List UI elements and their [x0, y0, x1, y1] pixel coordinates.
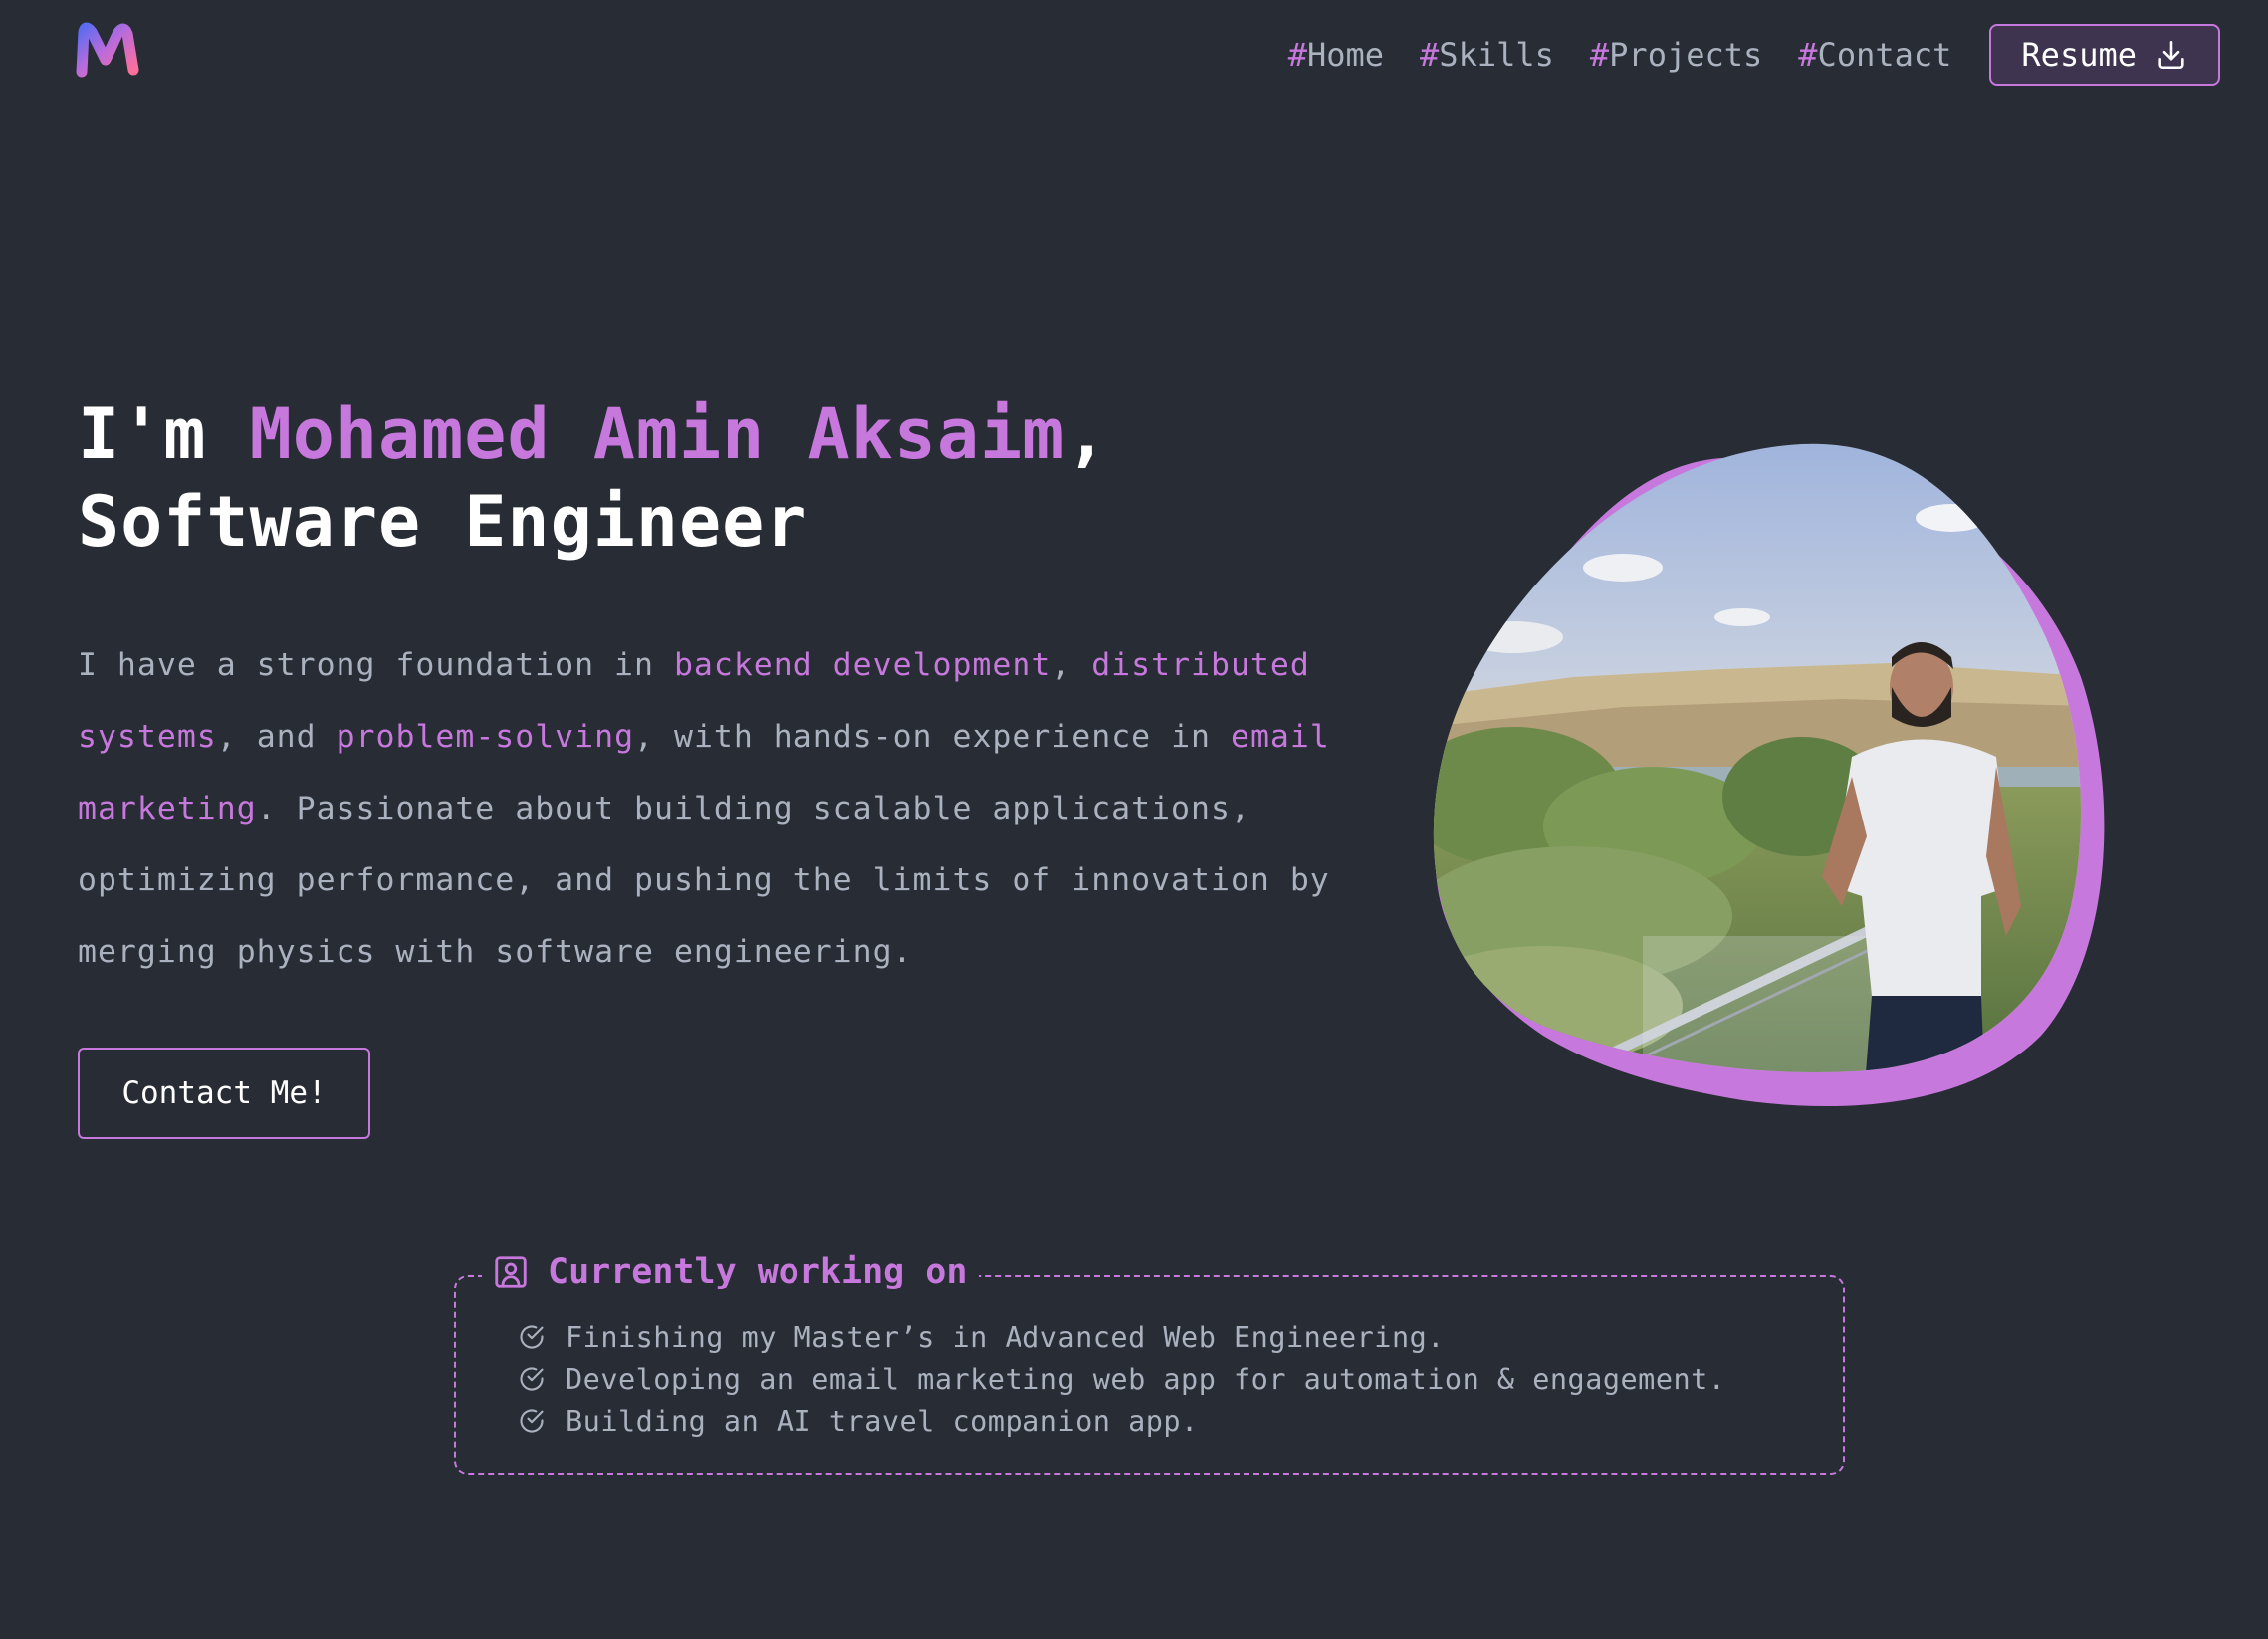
nav-link-projects[interactable]: #Projects	[1590, 36, 1762, 74]
currently-working-on-header: Currently working on	[482, 1248, 980, 1295]
hero-name: Mohamed Amin Aksaim	[249, 393, 1066, 475]
hero-description: I have a strong foundation in backend de…	[78, 647, 1330, 970]
download-icon	[2158, 40, 2184, 70]
list-item: Finishing my Master’s in Advanced Web En…	[518, 1316, 1725, 1358]
profile-photo	[1424, 438, 2121, 1125]
list-item: Building an AI travel companion app.	[518, 1400, 1725, 1442]
main-nav: #Home #Skills #Projects #Contact Resume	[1288, 22, 2220, 88]
check-circle-icon	[520, 1367, 544, 1391]
nav-link-home[interactable]: #Home	[1288, 36, 1384, 74]
hero-heading: I'm Mohamed Amin Aksaim, Software Enginee…	[78, 393, 1109, 563]
check-circle-icon	[520, 1409, 544, 1433]
nav-link-skills[interactable]: #Skills	[1420, 36, 1554, 74]
highlight-backend: backend development	[673, 647, 1052, 683]
hero-role: Software Engineer	[78, 481, 808, 563]
highlight-problem-solving: problem-solving	[336, 719, 635, 755]
check-circle-icon	[520, 1325, 544, 1349]
nav-link-contact[interactable]: #Contact	[1798, 36, 1951, 74]
working-on-list: Finishing my Master’s in Advanced Web En…	[518, 1316, 1725, 1442]
list-item: Developing an email marketing web app fo…	[518, 1358, 1725, 1400]
nav-links: #Home #Skills #Projects #Contact	[1288, 36, 1972, 74]
site-logo-icon[interactable]	[76, 22, 139, 78]
currently-working-on-title: Currently working on	[548, 1252, 968, 1291]
contact-me-button[interactable]: Contact Me!	[78, 1048, 370, 1139]
resume-label: Resume	[2021, 36, 2137, 74]
resume-button[interactable]: Resume	[1989, 24, 2220, 86]
portrait-user-icon	[495, 1256, 527, 1288]
